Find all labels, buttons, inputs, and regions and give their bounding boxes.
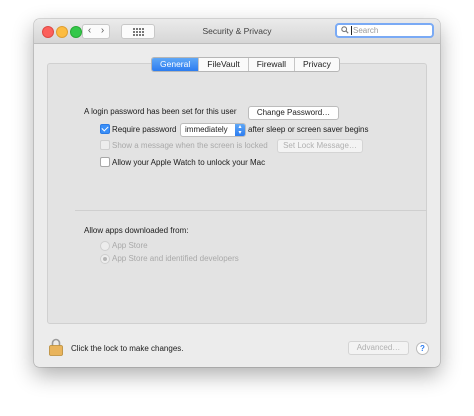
allow-apps-heading: Allow apps downloaded from: [84, 226, 189, 235]
apple-watch-label: Allow your Apple Watch to unlock your Ma… [112, 158, 266, 167]
show-message-checkbox[interactable] [100, 140, 110, 150]
password-delay-value: immediately [185, 125, 228, 134]
general-panel: A login password has been set for this u… [47, 63, 427, 324]
password-set-label: A login password has been set for this u… [84, 107, 237, 116]
advanced-button[interactable]: Advanced… [348, 341, 409, 355]
search-field[interactable]: Search [335, 23, 434, 38]
apple-watch-checkbox[interactable] [100, 157, 110, 167]
tab-filevault[interactable]: FileVault [198, 58, 247, 71]
popup-arrows-icon: ▴ ▾ [235, 124, 245, 136]
section-divider [75, 210, 427, 211]
set-lock-message-button[interactable]: Set Lock Message… [277, 139, 363, 153]
title-bar: ‹ › Security & Privacy Search [34, 19, 440, 44]
tab-general[interactable]: General [152, 58, 199, 71]
identified-developers-radio[interactable] [100, 254, 110, 264]
tab-privacy[interactable]: Privacy [293, 58, 339, 71]
text-cursor [351, 26, 352, 35]
security-privacy-window: ‹ › Security & Privacy Search General Fi… [34, 19, 440, 367]
require-password-label: Require password [112, 125, 177, 134]
change-password-button[interactable]: Change Password… [248, 106, 339, 120]
app-store-label: App Store [112, 241, 148, 250]
identified-developers-label: App Store and identified developers [112, 254, 239, 263]
app-store-radio[interactable] [100, 241, 110, 251]
show-message-label: Show a message when the screen is locked [112, 141, 268, 150]
search-placeholder: Search [353, 26, 379, 35]
lock-icon[interactable] [49, 338, 63, 356]
search-icon [341, 26, 349, 34]
require-password-checkbox[interactable] [100, 124, 110, 134]
tab-firewall[interactable]: Firewall [247, 58, 294, 71]
help-button[interactable]: ? [416, 342, 429, 355]
password-delay-popup[interactable]: immediately ▴ ▾ [180, 123, 246, 137]
require-password-suffix: after sleep or screen saver begins [248, 125, 369, 134]
tab-bar: General FileVault Firewall Privacy [151, 57, 340, 72]
lock-hint-text: Click the lock to make changes. [71, 344, 184, 353]
